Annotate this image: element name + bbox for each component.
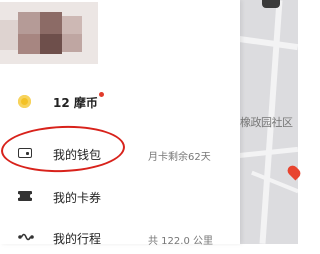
trips-distance-value: 共 122.0 公里 bbox=[148, 236, 213, 247]
menu-item-cards[interactable]: 我的卡券 bbox=[0, 181, 240, 211]
map-top-marker-icon[interactable] bbox=[262, 0, 280, 8]
menu-item-trips[interactable]: 我的行程 共 122.0 公里 bbox=[0, 224, 240, 254]
user-avatar[interactable] bbox=[0, 2, 98, 64]
side-drawer: 12 摩币 我的钱包 月卡剩余62天 我的卡券 我的行程 共 122.0 公里 bbox=[0, 0, 240, 247]
ticket-icon bbox=[17, 191, 33, 201]
menu-item-label: 12 摩币 bbox=[53, 96, 98, 110]
menu-item-label: 我的行程 bbox=[53, 232, 102, 246]
route-icon bbox=[18, 233, 34, 241]
menu-item-coins[interactable]: 12 摩币 bbox=[0, 86, 240, 116]
menu-item-label: 我的卡券 bbox=[53, 191, 102, 205]
wallet-status-value: 月卡剩余62天 bbox=[148, 152, 211, 163]
notification-dot bbox=[99, 92, 104, 97]
coin-icon bbox=[18, 95, 31, 108]
map-place-label: 橡政园社区 bbox=[240, 116, 293, 129]
